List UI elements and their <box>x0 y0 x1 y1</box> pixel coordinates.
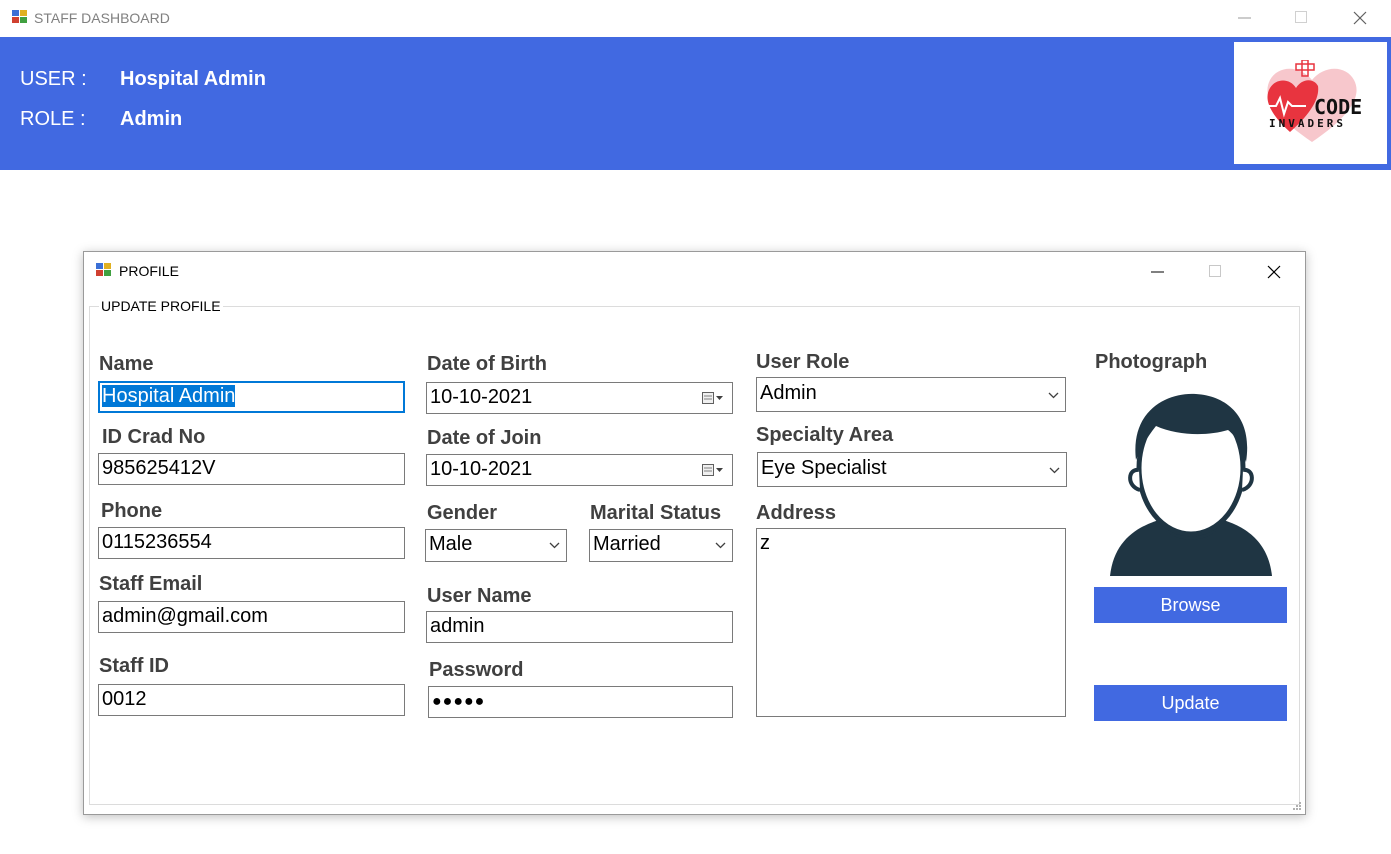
minimize-icon[interactable] <box>1238 11 1252 25</box>
gender-label: Gender <box>427 502 498 524</box>
calendar-icon[interactable] <box>702 391 724 405</box>
logo-text-primary: CODE <box>1314 95 1363 119</box>
resize-grip-icon[interactable] <box>1292 801 1302 811</box>
role-select[interactable]: Admin <box>756 377 1066 412</box>
dialog-app-icon <box>96 263 112 277</box>
dialog-title: PROFILE <box>119 263 179 279</box>
close-icon[interactable] <box>1267 265 1281 279</box>
address-label: Address <box>756 502 837 524</box>
browse-button[interactable]: Browse <box>1094 587 1287 623</box>
dob-value: 10-10-2021 <box>430 386 533 408</box>
name-input[interactable]: Hospital Admin <box>98 381 405 413</box>
minimize-icon[interactable] <box>1151 265 1165 279</box>
phone-input[interactable]: 0115236554 <box>98 527 405 559</box>
role-field-value: Admin <box>760 382 817 404</box>
marital-value: Married <box>593 533 661 555</box>
password-label: Password <box>429 659 524 681</box>
doj-value: 10-10-2021 <box>430 458 533 480</box>
chevron-down-icon <box>715 542 726 549</box>
staff-id-label: Staff ID <box>99 655 169 677</box>
chevron-down-icon <box>1048 392 1059 399</box>
user-label: USER : <box>20 68 87 90</box>
user-value: Hospital Admin <box>120 68 266 90</box>
role-value: Admin <box>120 108 183 130</box>
main-title-bar: STAFF DASHBOARD <box>0 0 1391 37</box>
marital-label: Marital Status <box>590 502 722 524</box>
specialty-label: Specialty Area <box>756 424 894 446</box>
doj-picker[interactable]: 10-10-2021 <box>426 454 733 486</box>
role-label: ROLE : <box>20 108 86 130</box>
staff-id-input[interactable]: 0012 <box>98 684 405 716</box>
group-caption: UPDATE PROFILE <box>99 298 223 314</box>
maximize-icon[interactable] <box>1295 11 1308 24</box>
chevron-down-icon <box>549 542 560 549</box>
close-icon[interactable] <box>1353 11 1367 25</box>
id-card-input[interactable]: 985625412V <box>98 453 405 485</box>
avatar-icon <box>1110 393 1272 576</box>
email-input[interactable]: admin@gmail.com <box>98 601 405 633</box>
role-field-label: User Role <box>756 351 850 373</box>
specialty-value: Eye Specialist <box>761 457 887 479</box>
marital-select[interactable]: Married <box>589 529 733 562</box>
calendar-icon[interactable] <box>702 463 724 477</box>
username-label: User Name <box>427 585 532 607</box>
gender-value: Male <box>429 533 473 555</box>
photograph-label: Photograph <box>1095 351 1208 373</box>
name-label: Name <box>99 353 154 375</box>
password-input[interactable]: ●●●●● <box>428 686 733 718</box>
username-input[interactable]: admin <box>426 611 733 643</box>
maximize-icon[interactable] <box>1209 265 1222 278</box>
logo: CODE INVADERS <box>1234 42 1387 164</box>
window-title: STAFF DASHBOARD <box>34 10 170 26</box>
id-card-label: ID Crad No <box>102 426 206 448</box>
address-textarea[interactable]: z <box>756 528 1066 717</box>
email-label: Staff Email <box>99 573 203 595</box>
specialty-select[interactable]: Eye Specialist <box>757 452 1067 487</box>
profile-dialog: PROFILE UPDATE PROFILE Name Hospital Adm… <box>83 251 1306 815</box>
gender-select[interactable]: Male <box>425 529 567 562</box>
logo-text-secondary: INVADERS <box>1269 117 1346 130</box>
user-header: USER : Hospital Admin ROLE : Admin <box>0 37 1391 170</box>
app-icon <box>12 10 28 24</box>
name-value: Hospital Admin <box>102 385 236 407</box>
dob-picker[interactable]: 10-10-2021 <box>426 382 733 414</box>
update-button[interactable]: Update <box>1094 685 1287 721</box>
phone-label: Phone <box>101 500 163 522</box>
doj-label: Date of Join <box>427 427 542 449</box>
chevron-down-icon <box>1049 467 1060 474</box>
dob-label: Date of Birth <box>427 353 547 375</box>
